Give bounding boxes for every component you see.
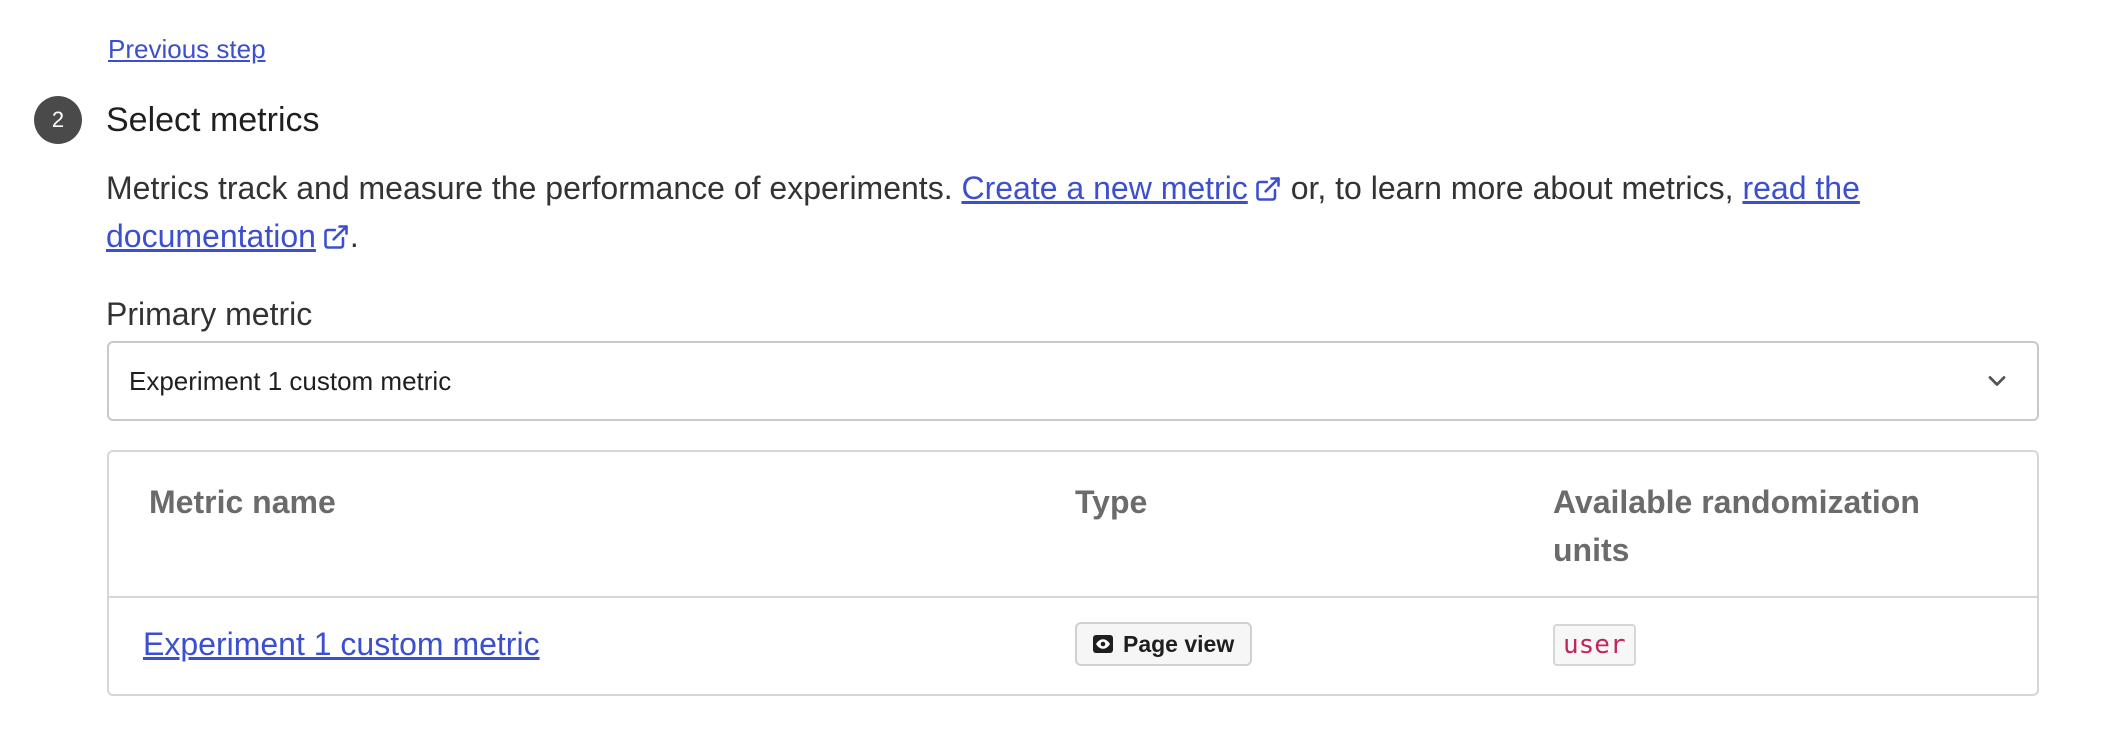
metric-name-link[interactable]: Experiment 1 custom metric [143,622,540,666]
metric-type-badge: Page view [1075,622,1253,666]
chevron-down-icon [1988,376,2006,386]
eye-icon [1093,635,1113,653]
primary-metric-label: Primary metric [106,296,313,332]
step-number-badge: 2 [34,96,82,144]
description-text-before: Metrics track and measure the performanc… [106,170,962,206]
select-metrics-step: Previous step 2 Select metrics Metrics t… [0,0,2102,742]
external-link-icon [1256,177,1280,201]
column-header-randomization-units: Available randomization units [1553,484,1920,568]
metric-type-label: Page view [1123,630,1235,657]
table-divider [109,596,2037,598]
metrics-table: Metric name Type Available randomization… [107,450,2039,696]
previous-step-link[interactable]: Previous step [108,34,266,65]
step-title: Select metrics [106,101,320,139]
randomization-unit-badge: user [1553,624,1636,666]
step-description: Metrics track and measure the performanc… [106,164,2046,260]
description-text-middle: or, to learn more about metrics, [1281,170,1743,206]
column-header-metric-name: Metric name [149,484,336,520]
primary-metric-selected-value: Experiment 1 custom metric [129,365,452,396]
primary-metric-select[interactable]: Experiment 1 custom metric [107,341,2039,421]
column-header-type: Type [1075,484,1148,520]
create-new-metric-link[interactable]: Create a new metric [961,170,1281,206]
description-text-after: . [349,218,359,254]
external-link-icon [324,225,348,249]
create-new-metric-label: Create a new metric [961,170,1248,206]
